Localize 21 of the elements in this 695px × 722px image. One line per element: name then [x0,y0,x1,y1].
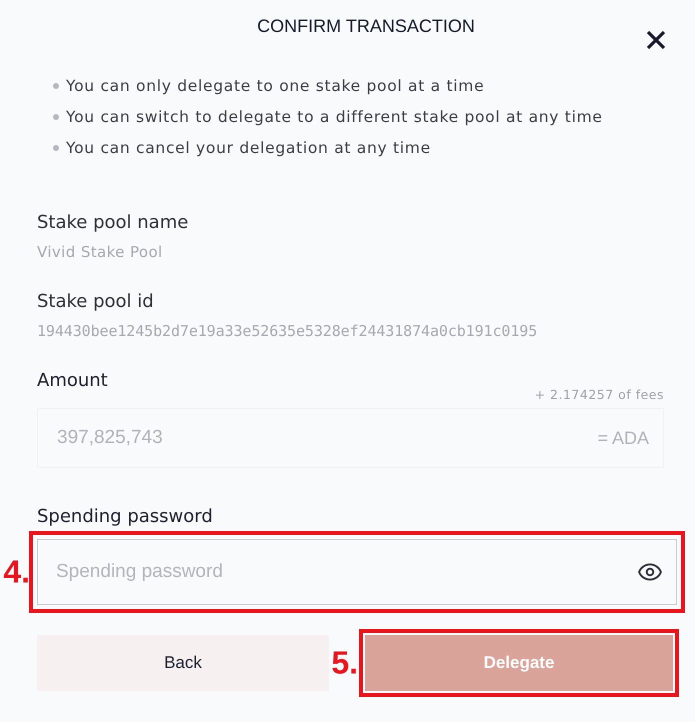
info-note: You can switch to delegate to a different stake pool at any time [66,108,603,126]
pool-id-label: Stake pool id [37,291,154,312]
info-note: You can cancel your delegation at any time [66,139,431,157]
password-label: Spending password [37,506,213,527]
bullet-icon [53,145,59,151]
bullet-icon [53,114,59,120]
currency-text: = ADA [597,428,649,448]
pool-name-value: Vivid Stake Pool [37,243,163,261]
bullet-icon [53,83,59,89]
info-note: You can only delegate to one stake pool at a time [66,77,484,95]
amount-label: Amount [37,370,108,391]
close-icon[interactable] [644,28,668,52]
password-field[interactable]: Spending password [37,539,677,605]
annotation-number: 5. [331,644,358,682]
dialog-title: CONFIRM TRANSACTION [257,15,475,37]
amount-value: 397,825,743 [57,427,163,449]
pool-name-label: Stake pool name [37,212,188,233]
pool-id-value: 194430bee1245b2d7e19a33e52635e5328ef24431874a0cb191c0195 [37,322,538,340]
fees-text: + 2.174257 of fees [534,387,664,402]
back-button[interactable]: Back [37,635,329,691]
annotation-number: 4. [3,554,30,590]
